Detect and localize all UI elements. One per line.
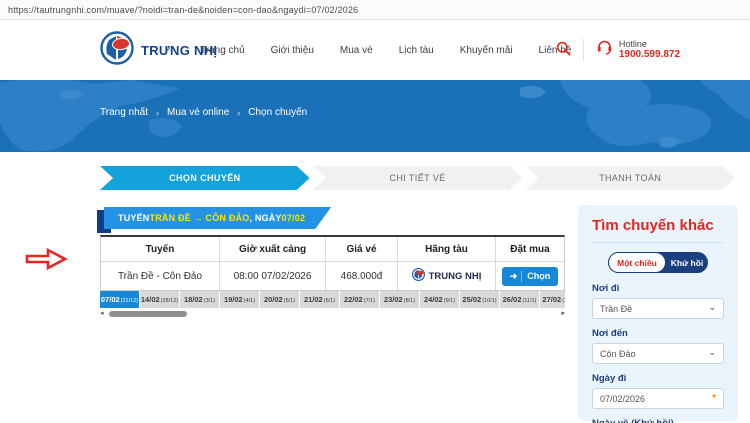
route-banner-prefix: TUYẾN	[118, 213, 150, 223]
date-tab[interactable]: 27/02(12/1)	[540, 291, 565, 308]
date-tab[interactable]: 07/02 (21/12)	[100, 291, 139, 308]
breadcrumb-home[interactable]: Trang nhất	[100, 107, 148, 118]
scroll-left-icon[interactable]: ◂	[100, 309, 104, 317]
breadcrumb: Trang nhất › Mua vé online › Chọn chuyến	[100, 107, 307, 118]
search-icon[interactable]	[556, 41, 571, 59]
date-tab[interactable]: 25/02 (10/1)	[460, 291, 499, 308]
nav-item-khuyen-mai[interactable]: Khuyến mãi	[460, 45, 513, 56]
col-header-hang-tau: Hãng tàu	[398, 237, 496, 261]
date-tab[interactable]: 21/02 (6/1)	[300, 291, 339, 308]
header-right: Hotline 1900.599.872	[556, 20, 680, 80]
checkout-steps: CHỌN CHUYẾN CHI TIẾT VÉ THANH TOÁN	[100, 166, 735, 190]
site-header: TRƯNG NHỊ Trang chủ Giới thiệu Mua vé Lị…	[0, 20, 750, 80]
depart-date-label: Ngày đi	[592, 373, 627, 384]
trip-operator: TRUNG NHỊ	[398, 261, 496, 290]
date-tab[interactable]: 20/02 (5/1)	[260, 291, 299, 308]
trip-type-toggle: Một chiều Khứ hồi	[608, 252, 708, 273]
trip-price: 468.000đ	[326, 261, 398, 290]
headset-icon	[596, 39, 613, 61]
step-chi-tiet-ve[interactable]: CHI TIẾT VÉ	[313, 166, 523, 190]
page: https://tautrungnhi.com/muave/?noidi=tra…	[0, 0, 750, 423]
chevron-down-icon: ⌄	[708, 346, 716, 357]
main-nav: Trang chủ Giới thiệu Mua vé Lịch tàu Khu…	[200, 20, 571, 80]
to-label: Nơi đến	[592, 328, 628, 339]
trip-time: 08:00 07/02/2026	[220, 261, 326, 290]
date-tab[interactable]: 26/02 (11/1)	[500, 291, 539, 308]
date-tabs: 07/02 (21/12) 14/02 (28/12) 18/02 (3/1) 19/…	[100, 291, 565, 308]
nav-item-lich-tau[interactable]: Lịch tàu	[399, 45, 434, 56]
route-banner-date: 07/02	[281, 213, 306, 223]
date-tab[interactable]: 22/02 (7/1)	[340, 291, 379, 308]
col-header-gia-ve: Giá vé	[326, 237, 398, 261]
trip-route: Trần Đề - Côn Đảo	[101, 261, 220, 290]
from-value: Trần Đề	[600, 303, 633, 314]
depart-date-input[interactable]	[600, 393, 713, 404]
col-header-dat-mua: Đặt mua	[510, 243, 550, 255]
nav-item-gioi-thieu[interactable]: Giới thiệu	[271, 45, 314, 56]
route-banner-middle: , NGÀY	[249, 213, 282, 223]
select-trip-button[interactable]: ➜ Chọn	[502, 266, 558, 286]
trip-action-cell: ➜ Chọn	[496, 261, 564, 290]
trips-table-header: Tuyến Giờ xuất cảng Giá vé Hãng tàu Đặt …	[101, 237, 564, 261]
date-tabs-scrollbar[interactable]: ◂ ▸	[100, 310, 565, 318]
hotline-label: Hotline	[618, 39, 647, 50]
header-divider	[582, 39, 584, 61]
route-banner-route: TRẦN ĐỀ → CÔN ĐẢO	[149, 213, 250, 223]
toggle-one-way[interactable]: Một chiều	[608, 252, 666, 273]
search-sidebar: Tìm chuyến khác Một chiều Khứ hồi Nơi đi…	[578, 205, 738, 423]
depart-date-field[interactable]: *	[592, 388, 724, 409]
nav-item-trang-chu[interactable]: Trang chủ	[200, 45, 245, 56]
sidebar-divider	[592, 242, 724, 243]
breadcrumb-separator-icon: ›	[156, 107, 159, 118]
red-annotation-arrow-icon	[24, 246, 68, 277]
date-tab[interactable]: 14/02 (28/12)	[140, 291, 179, 308]
date-tab[interactable]: 24/02 (9/1)	[420, 291, 459, 308]
sidebar-title: Tìm chuyến khác	[592, 217, 714, 234]
scroll-right-icon[interactable]: ▸	[561, 309, 565, 317]
return-date-label: Ngày về (Khứ hồi)	[592, 418, 724, 423]
page-url: https://tautrungnhi.com/muave/?noidi=tra…	[8, 4, 359, 15]
route-banner: TUYẾN TRẦN ĐỀ → CÔN ĐẢO , NGÀY 07/02	[104, 207, 331, 229]
trips-table: Tuyến Giờ xuất cảng Giá vé Hãng tàu Đặt …	[100, 235, 565, 291]
step-chon-chuyen[interactable]: CHỌN CHUYẾN	[100, 166, 310, 190]
to-select[interactable]: Côn Đảo ⌄	[592, 343, 724, 364]
breadcrumb-mua-ve-online[interactable]: Mua vé online	[167, 107, 229, 118]
hotline-number: 1900.599.872	[618, 49, 680, 61]
date-tab[interactable]: 23/02 (8/1)	[380, 291, 419, 308]
date-tab[interactable]: 18/02 (3/1)	[180, 291, 219, 308]
breadcrumb-current: Chọn chuyến	[248, 107, 308, 118]
required-asterisk: *	[712, 393, 716, 404]
to-value: Côn Đảo	[600, 348, 636, 359]
date-tab[interactable]: 19/02 (4/1)	[220, 291, 259, 308]
chevron-down-icon: ⌄	[708, 301, 716, 312]
toggle-round-trip[interactable]: Khứ hồi	[666, 252, 708, 273]
arrow-right-icon: ➜	[510, 270, 523, 282]
company-logo-icon	[100, 31, 134, 70]
nav-item-mua-ve[interactable]: Mua vé	[340, 45, 373, 56]
col-header-gio-xuat-cang: Giờ xuất cảng	[220, 237, 326, 261]
breadcrumb-separator-icon: ›	[237, 107, 241, 118]
step-thanh-toan[interactable]: THANH TOÁN	[525, 166, 735, 190]
scrollbar-thumb[interactable]	[109, 311, 187, 317]
browser-address-bar[interactable]: https://tautrungnhi.com/muave/?noidi=tra…	[0, 0, 750, 20]
operator-logo-icon	[411, 268, 425, 284]
operator-name: TRUNG NHỊ	[428, 270, 482, 282]
select-trip-label: Chọn	[527, 271, 551, 281]
hero-band: Trang nhất › Mua vé online › Chọn chuyến	[0, 80, 750, 152]
from-select[interactable]: Trần Đề ⌄	[592, 298, 724, 319]
from-label: Nơi đi	[592, 283, 620, 294]
col-header-tuyen: Tuyến	[101, 237, 220, 261]
hotline[interactable]: Hotline 1900.599.872	[596, 39, 680, 61]
table-row: Trần Đề - Côn Đảo 08:00 07/02/2026 468.0…	[101, 261, 564, 290]
